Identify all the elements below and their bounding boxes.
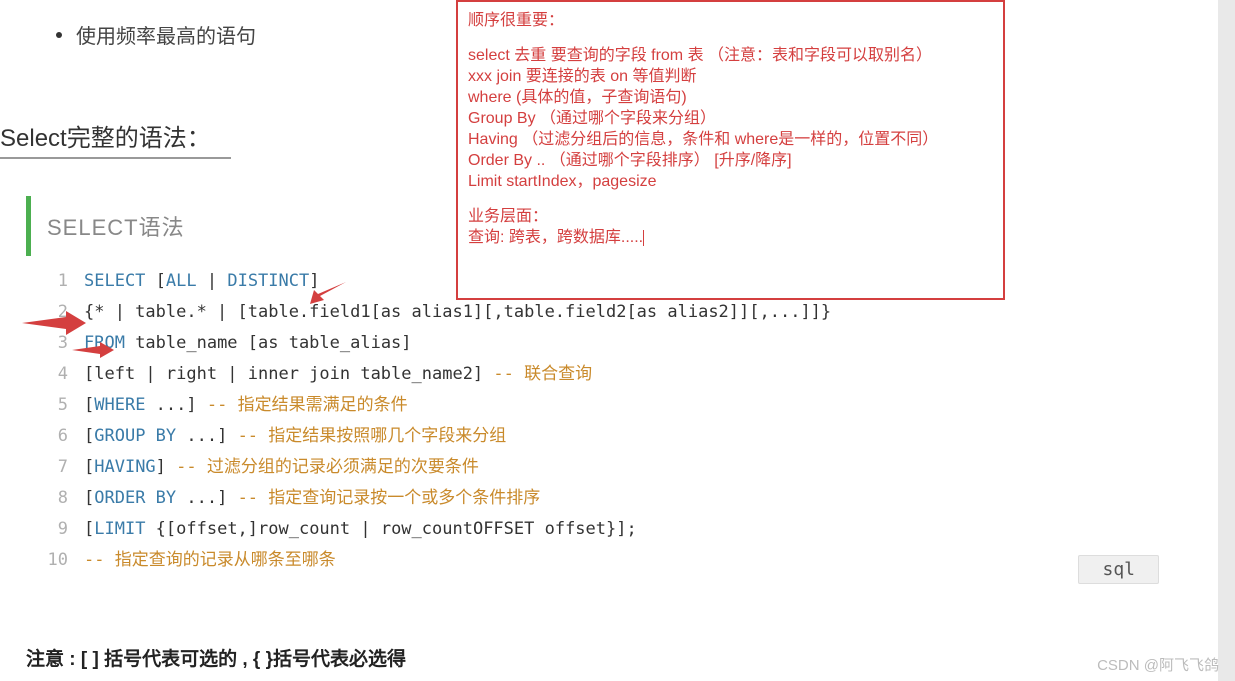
annotation-line: Limit startIndex，pagesize (468, 171, 993, 192)
annotation-box: 顺序很重要： select 去重 要查询的字段 from 表 （注意：表和字段可… (456, 0, 1005, 300)
comment: -- 指定查询的记录从哪条至哪条 (84, 550, 336, 570)
bullet-dot (56, 32, 62, 38)
annotation-line: Having （过滤分组后的信息，条件和 where是一样的，位置不同） (468, 129, 993, 150)
line-number: 10 (26, 545, 68, 576)
t: {* | table.* | [table.field1[as alias1][… (84, 302, 831, 322)
text-cursor-icon (643, 230, 644, 246)
comment: -- 过滤分组的记录必须满足的次要条件 (176, 457, 479, 477)
annotation-line: Order By .. （通过哪个字段排序） [升序/降序] (468, 150, 993, 171)
t: [ (84, 457, 94, 477)
t: [ (84, 519, 94, 539)
t: [left | right | inner join table_name2] (84, 364, 493, 384)
line-number: 5 (26, 390, 68, 421)
kw-distinct: DISTINCT (227, 271, 309, 291)
annotation-heading: 顺序很重要： (468, 10, 993, 31)
kw-groupby: GROUP BY (94, 426, 176, 446)
watermark-text: CSDN @阿飞飞鸽 (1097, 654, 1219, 675)
t: ...] (176, 488, 237, 508)
comment: -- 指定查询记录按一个或多个条件排序 (238, 488, 541, 508)
line-number: 9 (26, 514, 68, 545)
section-heading: Select完整的语法： (0, 118, 231, 159)
code-line: [GROUP BY ...] -- 指定结果按照哪几个字段来分组 (84, 421, 1191, 452)
line-gutter: 1 2 3 4 5 6 7 8 9 10 (26, 262, 76, 580)
code-language-badge: sql (1078, 555, 1159, 584)
t: ] (309, 271, 319, 291)
code-line: [WHERE ...] -- 指定结果需满足的条件 (84, 390, 1191, 421)
annotation-line: select 去重 要查询的字段 from 表 （注意：表和字段可以取别名） (468, 45, 993, 66)
code-line: [LIMIT {[offset,]row_count | row_countOF… (84, 514, 1191, 545)
code-line: [left | right | inner join table_name2] … (84, 359, 1191, 390)
line-number: 3 (26, 328, 68, 359)
code-line: [ORDER BY ...] -- 指定查询记录按一个或多个条件排序 (84, 483, 1191, 514)
t: ...] (176, 426, 237, 446)
kw-from: FROM (84, 333, 125, 353)
kw-all: ALL (166, 271, 197, 291)
code-line: FROM table_name [as table_alias] (84, 328, 1191, 359)
t: [ (84, 395, 94, 415)
code-block: 1 2 3 4 5 6 7 8 9 10 SELECT [ALL | DISTI… (26, 262, 1191, 580)
t: | (197, 271, 228, 291)
code-line: -- 指定查询的记录从哪条至哪条 (84, 545, 1191, 576)
t: [ (84, 488, 94, 508)
line-number: 8 (26, 483, 68, 514)
annotation-line: xxx join 要连接的表 on 等值判断 (468, 66, 993, 87)
t: [ (145, 271, 165, 291)
code-line: [HAVING] -- 过滤分组的记录必须满足的次要条件 (84, 452, 1191, 483)
t: 查询: 跨表，跨数据库..... (468, 229, 643, 246)
line-number: 4 (26, 359, 68, 390)
t: table_name [as table_alias] (125, 333, 412, 353)
code-line: {* | table.* | [table.field1[as alias1][… (84, 297, 1191, 328)
comment: -- 指定结果需满足的条件 (207, 395, 408, 415)
note-text: 注意 : [ ] 括号代表可选的 , { }括号代表必选得 (26, 644, 406, 671)
annotation-line: Group By （通过哪个字段来分组） (468, 108, 993, 129)
kw-where: WHERE (94, 395, 145, 415)
kw-limit: LIMIT (94, 519, 145, 539)
kw-select: SELECT (84, 271, 145, 291)
kw-orderby: ORDER BY (94, 488, 176, 508)
code-lines: SELECT [ALL | DISTINCT] {* | table.* | [… (76, 262, 1191, 580)
annotation-subheading: 业务层面： (468, 206, 993, 227)
bullet-text: 使用频率最高的语句 (76, 20, 256, 49)
line-number: 1 (26, 266, 68, 297)
line-number: 7 (26, 452, 68, 483)
line-number: 6 (26, 421, 68, 452)
t: {[offset,]row_count | row_countOFFSET of… (145, 519, 636, 539)
t: ...] (145, 395, 206, 415)
bullet-item: 使用频率最高的语句 (56, 20, 256, 49)
t: [ (84, 426, 94, 446)
t: ] (156, 457, 176, 477)
annotation-line: where (具体的值，子查询语句) (468, 87, 993, 108)
line-number: 2 (26, 297, 68, 328)
annotation-line: 查询: 跨表，跨数据库..... (468, 227, 993, 248)
kw-having: HAVING (94, 457, 155, 477)
comment: -- 联合查询 (493, 364, 592, 384)
page: 使用频率最高的语句 Select完整的语法： SELECT语法 1 2 3 4 … (0, 0, 1235, 681)
comment: -- 指定结果按照哪几个字段来分组 (238, 426, 507, 446)
